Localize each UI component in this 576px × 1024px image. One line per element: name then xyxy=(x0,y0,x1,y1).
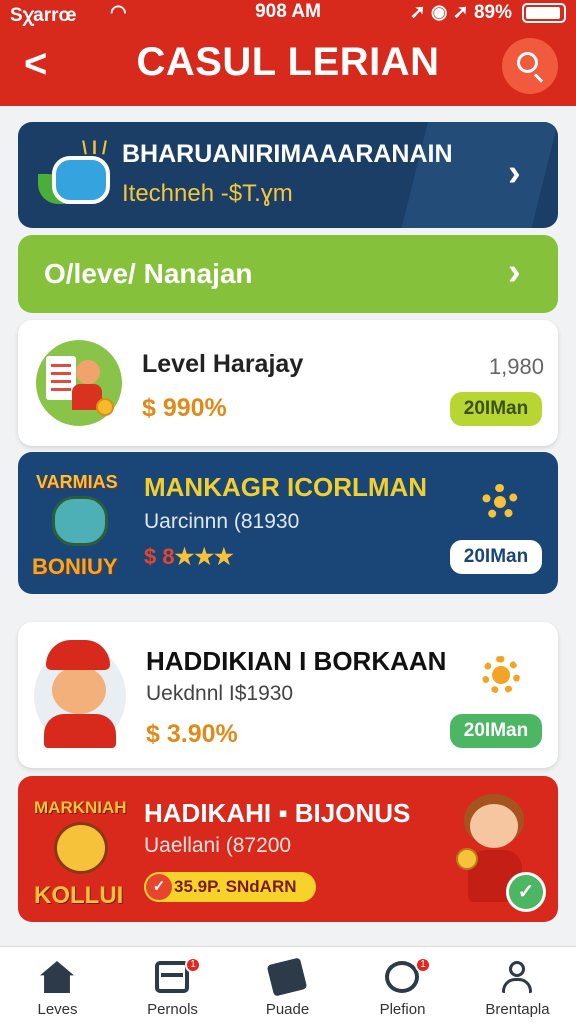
star-icon: ★★★ xyxy=(174,544,234,569)
bonus-tag: ✓ 35.9P. SNdARN xyxy=(144,872,316,902)
status-battery-percent: ➚ ◉ ➚ 89% xyxy=(409,2,512,23)
level-card-harajay[interactable]: Level Harajay $ 990% 1,980 20IMan xyxy=(18,320,558,446)
level-action-button[interactable]: 20IMan xyxy=(450,540,542,574)
bonus-badge-icon: VARMIAS BONIUY xyxy=(32,468,130,584)
level-rating: $ 8★★★ xyxy=(144,544,234,569)
badge-top-text: VARMIAS xyxy=(36,472,118,492)
tab-pernols[interactable]: 1 Pernols xyxy=(115,947,230,1024)
level-subtitle: Uarcinnn (81930 xyxy=(144,510,300,533)
tab-label: Brentapla xyxy=(485,1001,550,1018)
check-icon: ✓ xyxy=(146,874,172,900)
level-count: 1,980 xyxy=(488,354,544,379)
level-name: Level Harajay xyxy=(142,350,304,378)
level-action-button[interactable]: 20IMan xyxy=(450,714,542,748)
tab-label: Puade xyxy=(265,1001,310,1018)
level-percent: $ 990% xyxy=(142,394,227,422)
bottom-tab-bar: Leves 1 Pernols Puade 1 Plefion Brentapl… xyxy=(0,946,576,1024)
tab-plefion[interactable]: 1 Plefion xyxy=(345,947,460,1024)
promo-subtitle: Itechneh -$T.ɣm xyxy=(122,180,293,207)
level-card-haddikian[interactable]: HADDIKIAN I BORKAAN Uekdnnl I$1930 $ 3.9… xyxy=(18,622,558,768)
tab-label: Leves xyxy=(37,1001,78,1018)
level-name: MANKAGR ICORLMAN xyxy=(144,472,428,502)
status-bar: Sꭓarrœ ◠ 908 AM ➚ ◉ ➚ 89% xyxy=(0,0,576,26)
chevron-right-icon: › xyxy=(508,152,521,194)
level-action-button[interactable]: 20IMan xyxy=(450,392,542,426)
tab-label: Plefion xyxy=(379,1001,426,1018)
profile-icon xyxy=(500,961,534,993)
battery-icon xyxy=(522,3,566,23)
level-subtitle: Uekdnnl I$1930 xyxy=(146,682,294,705)
manage-levels-label: O/leve/ Nanajan xyxy=(44,258,253,289)
location-arrow-icon: ➚ ◉ ➚ xyxy=(409,2,474,23)
tab-label: Pernols xyxy=(147,1001,198,1018)
manage-levels-button[interactable]: O/leve/ Nanajan › xyxy=(18,235,558,313)
tab-puade[interactable]: Puade xyxy=(230,947,345,1024)
notification-badge: 1 xyxy=(185,957,201,973)
level-card-mankagr[interactable]: VARMIAS BONIUY MANKAGR ICORLMAN Uarcinnn… xyxy=(18,452,558,594)
page-title: CASUL LERIAN xyxy=(136,40,440,84)
badge-bottom-text: BONIUY xyxy=(32,554,118,579)
level-name: HADIKAHI ▪ BIJONUS xyxy=(144,798,411,828)
bonus-badge-icon: MARKNIAH KOLLUI xyxy=(32,796,132,914)
gear-icon xyxy=(482,484,518,520)
tab-brentapla[interactable]: Brentapla xyxy=(460,947,575,1024)
mascot-icon: \ l / xyxy=(38,138,118,214)
home-icon xyxy=(40,961,74,993)
chevron-right-icon: › xyxy=(508,251,521,293)
promo-title: BHARUANIRIMAAARANAIN xyxy=(122,140,453,168)
tab-levels[interactable]: Leves xyxy=(0,947,115,1024)
level-name: HADDIKIAN I BORKAAN xyxy=(146,646,447,676)
check-circle-icon[interactable]: ✓ xyxy=(506,872,546,912)
card-icon xyxy=(155,961,189,993)
notification-badge: 1 xyxy=(415,957,431,973)
search-button[interactable] xyxy=(502,38,558,94)
badge-bottom-text: KOLLUI xyxy=(34,882,124,909)
level-percent: $ 3.90% xyxy=(146,720,238,748)
promo-banner[interactable]: \ l / BHARUANIRIMAAARANAIN Itechneh -$T.… xyxy=(18,122,558,228)
app-header: Sꭓarrœ ◠ 908 AM ➚ ◉ ➚ 89% < CASUL LERIAN xyxy=(0,0,576,106)
level-subtitle: Uaellani (87200 xyxy=(144,834,292,857)
search-icon xyxy=(517,52,538,73)
level-card-hadikahi-bonus[interactable]: MARKNIAH KOLLUI HADIKAHI ▪ BIJONUS Uaell… xyxy=(18,776,558,922)
level-avatar-icon xyxy=(34,636,128,752)
location-icon xyxy=(385,961,419,993)
badge-top-text: MARKNIAH xyxy=(34,798,127,817)
sun-icon xyxy=(482,656,520,694)
level-avatar-icon xyxy=(36,340,122,426)
gift-icon xyxy=(266,957,308,997)
